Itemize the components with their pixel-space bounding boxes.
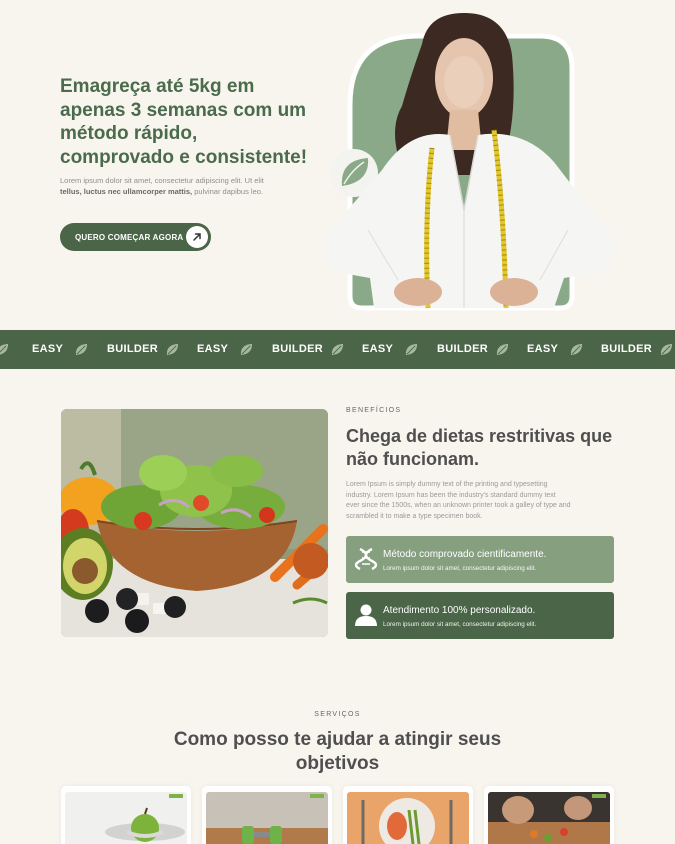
service-card-weight-loss[interactable] [61, 786, 191, 844]
benefits-title: Chega de dietas restritivas que não func… [346, 426, 613, 469]
service-card-cooking[interactable] [484, 786, 614, 844]
ticker-item: BUILDER [107, 343, 158, 355]
feature-title: Atendimento 100% personalizado. [383, 605, 536, 616]
nutritionist-portrait [322, 12, 616, 311]
leaf-icon [331, 343, 344, 356]
ticker-item: EASY [527, 343, 559, 355]
hero-description: Lorem ipsum dolor sit amet, consectetur … [60, 176, 264, 196]
start-now-button[interactable]: QUERO COMEÇAR AGORA [60, 223, 211, 251]
feature-title: Método comprovado cientificamente. [383, 549, 547, 560]
dna-icon [354, 547, 378, 571]
ticker-item: EASY [32, 343, 64, 355]
feature-subtitle: Lorem ipsum dolor sit amet, consectetur … [383, 621, 537, 628]
leaf-icon [240, 343, 253, 356]
leaf-icon [496, 343, 509, 356]
feature-card-scientific-method: Método comprovado cientificamente. Lorem… [346, 536, 614, 583]
leaf-icon [0, 343, 9, 355]
arrow-up-right-icon [186, 226, 208, 248]
salad-bowl-image [61, 409, 328, 637]
ticker-item: EASY [362, 343, 394, 355]
service-card-nutrition-plan[interactable] [343, 786, 473, 844]
ticker-item: BUILDER [272, 343, 323, 355]
user-icon [355, 604, 377, 626]
ticker-item: BUILDER [601, 343, 652, 355]
ticker-item: BUILDER [437, 343, 488, 355]
feature-card-personalized-care: Atendimento 100% personalizado. Lorem ip… [346, 592, 614, 639]
leaf-icon [166, 343, 179, 356]
meal-prep-image [488, 792, 610, 844]
leaf-icon [75, 343, 88, 356]
hero-title: Emagreça até 5kg em apenas 3 semanas com… [60, 76, 308, 168]
services-eyebrow: SERVIÇOS [314, 711, 361, 718]
ticker-item: EASY [197, 343, 229, 355]
healthy-plate-image [347, 792, 469, 844]
leaf-icon [405, 343, 418, 356]
hero-section: Emagreça até 5kg em apenas 3 semanas com… [0, 0, 675, 330]
benefits-eyebrow: BENEFÍCIOS [346, 407, 402, 414]
benefits-description: Lorem Ipsum is simply dummy text of the … [346, 481, 571, 520]
leaf-icon [660, 343, 673, 356]
brand-ticker-band: EASY BUILDER EASY BUILDER EASY BUILDER E… [0, 330, 675, 369]
feature-subtitle: Lorem ipsum dolor sit amet, consectetur … [383, 565, 537, 572]
leaf-icon [570, 343, 583, 356]
apple-measuring-tape-image [65, 792, 187, 844]
services-title: Como posso te ajudar a atingir seus obje… [173, 729, 502, 774]
service-card-training[interactable] [202, 786, 332, 844]
start-now-label: QUERO COMEÇAR AGORA [75, 232, 184, 242]
dumbbell-image [206, 792, 328, 844]
